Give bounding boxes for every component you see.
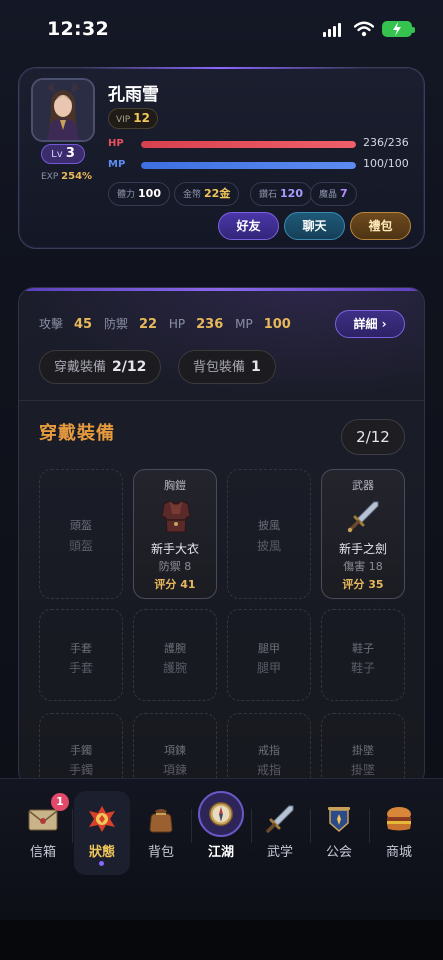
nav-label: 公会 (325, 845, 352, 860)
resource-mana-crystal: 魔晶 7 (310, 182, 357, 206)
mp-value: 100/100 (363, 157, 409, 170)
home-indicator-area (0, 920, 443, 960)
nav-item-guild[interactable]: 公会 (311, 803, 367, 863)
nav-item-jianghu[interactable]: 江湖 (193, 791, 249, 863)
friends-button[interactable]: 好友 (218, 212, 279, 240)
equip-slot-ring[interactable]: 戒指 戒指 (227, 713, 311, 786)
mp-label: MP (108, 159, 126, 170)
bottom-nav: 1 信箱 狀態 背包 江湖 武学 公会 商城 (0, 778, 443, 920)
equip-slot-gloves[interactable]: 手套 手套 (39, 609, 123, 701)
equip-slot-bracelet[interactable]: 手鐲 手鐲 (39, 713, 123, 786)
vip-badge: VIP 12 (108, 108, 158, 129)
nav-label: 背包 (147, 845, 174, 860)
nav-item-bag[interactable]: 背包 (133, 803, 189, 863)
nav-item-status[interactable]: 狀態 (74, 791, 130, 875)
sword-icon (347, 501, 379, 533)
equip-slot-necklace[interactable]: 項鍊 項鍊 (133, 713, 217, 786)
exp-value: 254% (61, 171, 93, 182)
guild-icon (328, 807, 350, 833)
chat-button[interactable]: 聊天 (284, 212, 345, 240)
gift-button[interactable]: 禮包 (350, 212, 411, 240)
stat-mp: MP 100 (235, 317, 291, 332)
resource-value: 120 (280, 187, 303, 200)
status-icon (89, 806, 115, 832)
chest-armor-icon (161, 500, 191, 533)
resource-gold: 金幣 22金 (174, 182, 240, 206)
equip-slot-helmet[interactable]: 頭盔 頭盔 (39, 469, 123, 599)
resource-value: 22金 (204, 187, 231, 200)
active-indicator (99, 861, 104, 866)
player-name: 孔雨雪 (108, 85, 159, 105)
detail-button[interactable]: 詳細 › (335, 310, 405, 338)
martial-arts-icon (266, 805, 294, 833)
hp-label: HP (108, 138, 124, 149)
signal-icon (323, 23, 343, 37)
exp-label: EXP (41, 172, 59, 182)
avatar[interactable] (31, 78, 95, 142)
level-label: Lv (51, 149, 63, 160)
resource-label: 金幣 (183, 190, 202, 200)
status-bar: 12:32 (0, 0, 443, 58)
nav-item-mailbox[interactable]: 1 信箱 (15, 793, 71, 863)
resource-diamond: 鑽石 120 (250, 182, 312, 206)
resource-value: 100 (138, 187, 161, 200)
battery-icon (382, 21, 415, 37)
equip-slot-bracers[interactable]: 護腕 護腕 (133, 609, 217, 701)
nav-item-martial-arts[interactable]: 武学 (252, 803, 308, 863)
tab-worn-equipment[interactable]: 穿戴裝備 2/12 (39, 350, 162, 384)
section-title: 穿戴裝備 (39, 423, 115, 444)
resource-label: 鑽石 (259, 190, 278, 200)
profile-card: Lv 3 EXP 254% 孔雨雪 VIP 12 HP 236/236 MP 10… (18, 67, 425, 249)
resource-label: 魔晶 (319, 190, 338, 200)
resource-stamina: 體力 100 (108, 182, 170, 206)
nav-item-shop[interactable]: 商城 (371, 803, 427, 863)
bag-icon (149, 809, 173, 833)
exp-display: EXP 254% (41, 171, 92, 182)
resource-value: 7 (340, 187, 348, 200)
nav-label: 商城 (385, 845, 412, 860)
wifi-icon (354, 21, 374, 37)
mail-badge: 1 (51, 793, 69, 811)
equip-slot-cloak[interactable]: 披風 披風 (227, 469, 311, 599)
divider (19, 400, 424, 401)
nav-label: 狀態 (88, 845, 115, 860)
mp-bar (141, 162, 356, 169)
stat-hp: HP 236 (168, 317, 224, 332)
level-value: 3 (65, 146, 75, 161)
resource-label: 體力 (117, 190, 136, 200)
section-count: 2/12 (341, 419, 405, 455)
stats-row: 攻擊 45 防禦 22 HP 236 MP 100 (39, 315, 299, 332)
tab-bag-equipment[interactable]: 背包裝備 1 (178, 350, 276, 384)
equip-slot-weapon[interactable]: 武器 新手之劍 傷害 18 评分 35 (321, 469, 405, 599)
mp-bar-fill (141, 162, 356, 169)
vip-level: 12 (133, 111, 150, 125)
compass-icon (209, 802, 233, 826)
stat-defense: 防禦 22 (103, 317, 158, 332)
status-time: 12:32 (47, 18, 109, 40)
character-portrait-icon (33, 80, 93, 140)
nav-label: 信箱 (29, 845, 56, 860)
equip-slot-leggings[interactable]: 腿甲 腿甲 (227, 609, 311, 701)
hp-bar-fill (141, 141, 356, 148)
shop-icon (387, 807, 411, 831)
hp-bar (141, 141, 356, 148)
equip-slot-chest[interactable]: 胸鎧 新手大衣 防禦 8 评分 41 (133, 469, 217, 599)
equip-slot-shoes[interactable]: 鞋子 鞋子 (321, 609, 405, 701)
hp-value: 236/236 (363, 136, 409, 149)
level-badge: Lv 3 (41, 144, 85, 164)
stat-attack: 攻擊 45 (39, 317, 93, 332)
nav-label: 江湖 (207, 845, 234, 860)
vip-label: VIP (116, 115, 131, 125)
equip-slot-pendant[interactable]: 掛墜 掛墜 (321, 713, 405, 786)
equipment-panel: 攻擊 45 防禦 22 HP 236 MP 100 詳細 › 穿戴裝備 2/12 背包裝備… (18, 287, 425, 787)
nav-label: 武学 (266, 845, 293, 860)
